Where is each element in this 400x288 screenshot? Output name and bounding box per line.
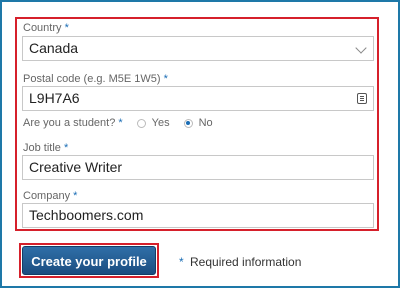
country-value: Canada: [29, 40, 79, 56]
radio-no[interactable]: [183, 118, 193, 128]
job-value: Creative Writer: [29, 159, 123, 175]
autofill-icon[interactable]: [357, 93, 367, 104]
create-profile-button[interactable]: Create your profile: [22, 246, 156, 275]
radio-yes[interactable]: [136, 118, 146, 128]
required-marker: *: [73, 190, 78, 202]
required-marker: *: [64, 22, 69, 34]
postal-value: L9H7A6: [29, 90, 80, 106]
chevron-down-icon: [355, 42, 367, 54]
country-label-text: Country: [23, 22, 62, 34]
required-marker: *: [118, 117, 123, 129]
job-label-text: Job title: [23, 142, 61, 154]
job-title-input[interactable]: Creative Writer: [22, 155, 374, 180]
postal-code-input[interactable]: L9H7A6: [22, 86, 374, 111]
required-marker: *: [179, 255, 184, 269]
country-select[interactable]: Canada: [22, 36, 374, 61]
radio-yes-label[interactable]: Yes: [152, 117, 170, 129]
job-title-label: Job title *: [23, 142, 68, 154]
required-info: * Required information: [179, 255, 301, 269]
postal-label-text: Postal code (e.g. M5E 1W5): [23, 73, 161, 85]
company-value: Techboomers.com: [29, 207, 144, 223]
company-label: Company *: [23, 190, 77, 202]
student-radio-group: Are you a student? * Yes No: [23, 117, 213, 129]
company-input[interactable]: Techboomers.com: [22, 203, 374, 228]
radio-no-label[interactable]: No: [199, 117, 213, 129]
required-marker: *: [63, 142, 69, 154]
student-question: Are you a student?: [23, 117, 116, 129]
country-label: Country *: [23, 22, 69, 34]
required-info-text: Required information: [190, 255, 302, 269]
company-label-text: Company: [23, 190, 71, 202]
required-marker: *: [163, 73, 168, 85]
postal-label: Postal code (e.g. M5E 1W5) *: [23, 73, 168, 85]
